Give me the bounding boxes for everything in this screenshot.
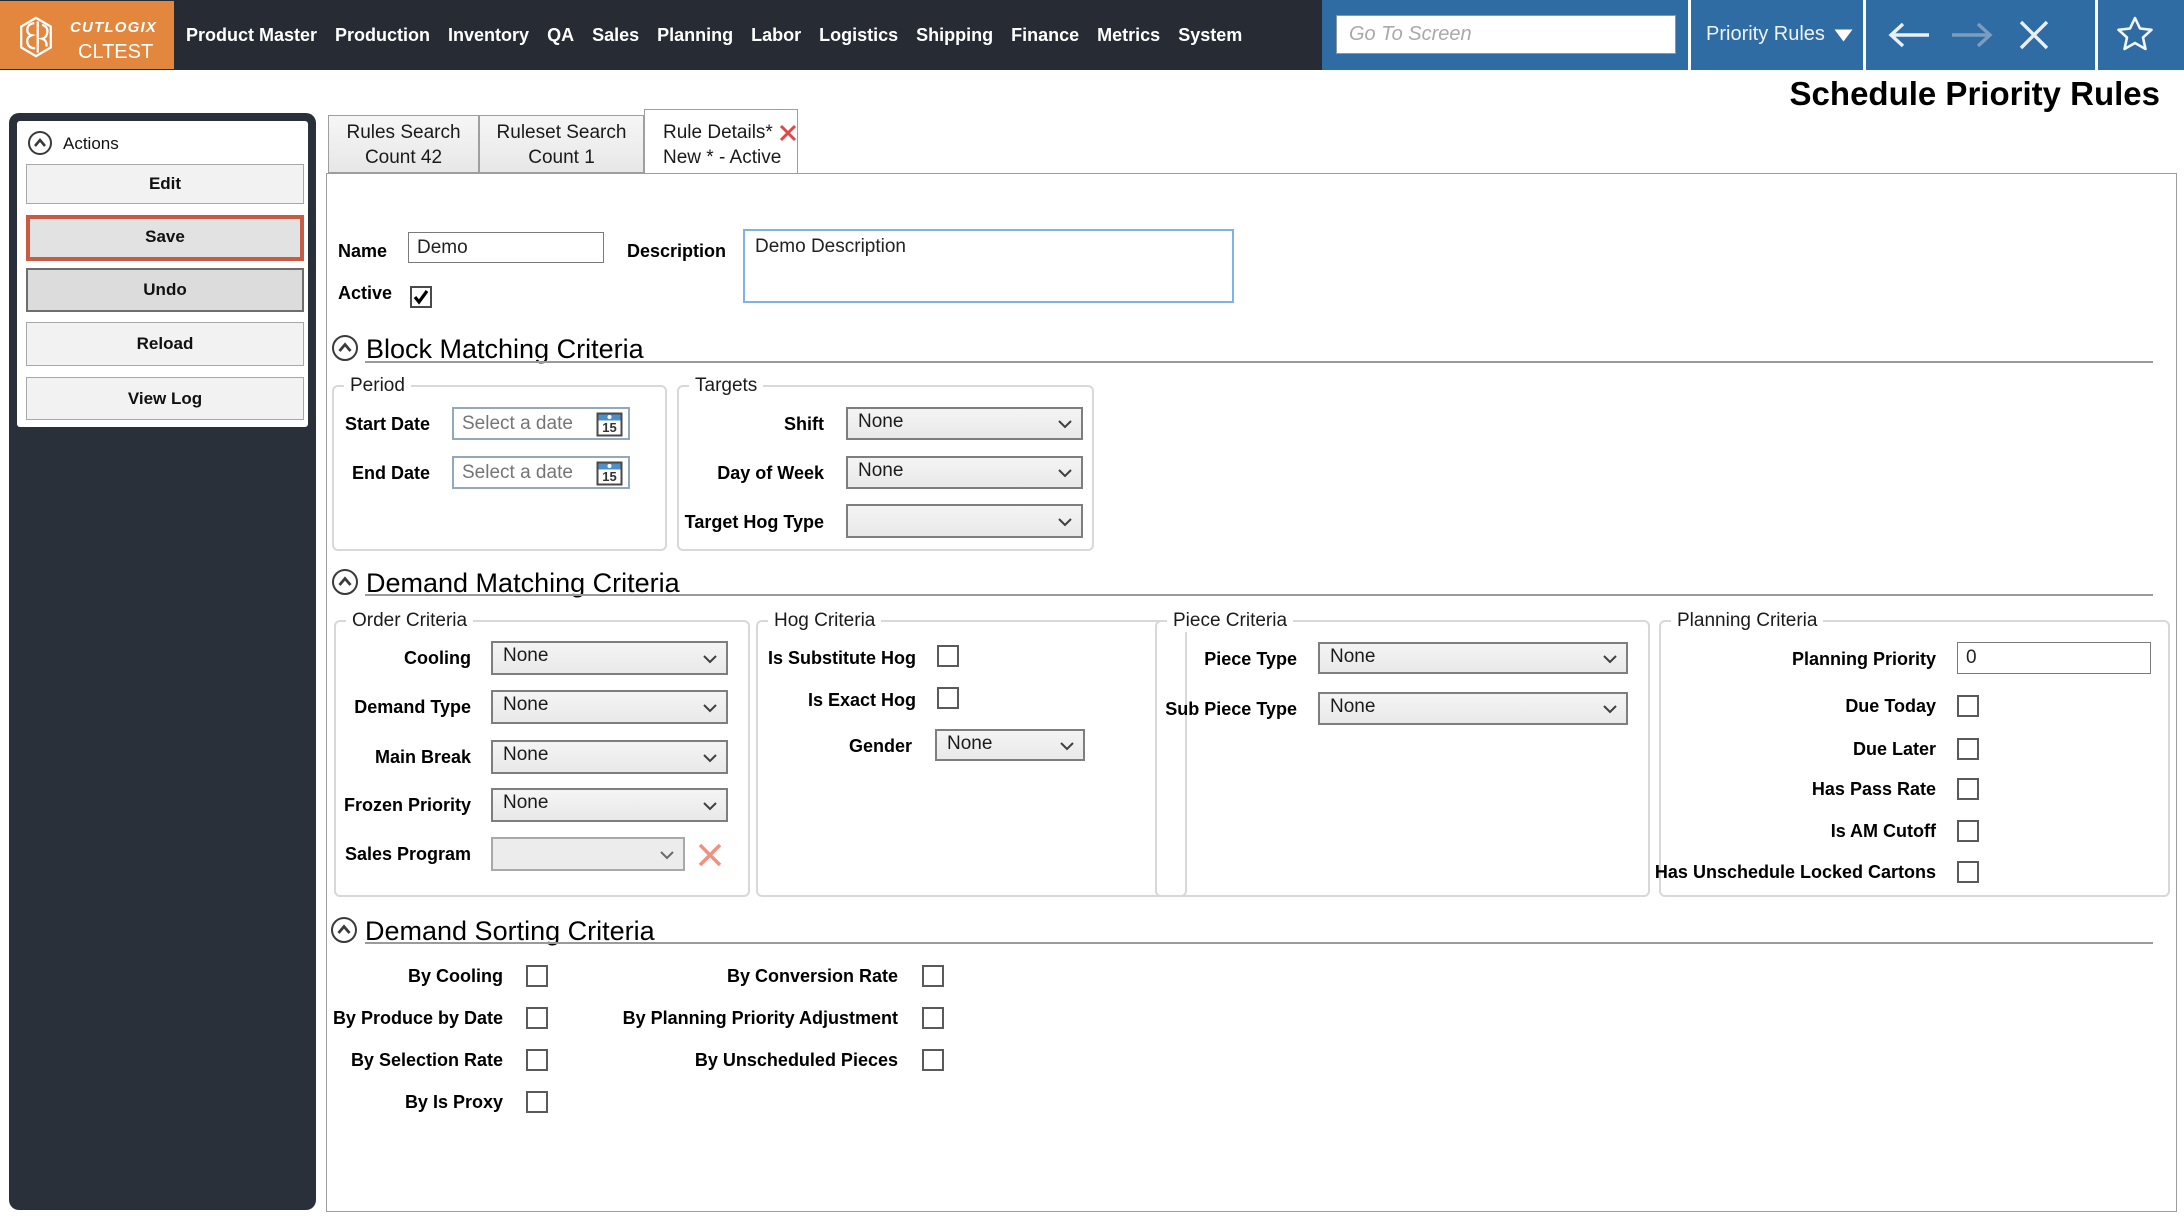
- svg-text:15: 15: [602, 469, 616, 484]
- svg-text:15: 15: [602, 420, 616, 435]
